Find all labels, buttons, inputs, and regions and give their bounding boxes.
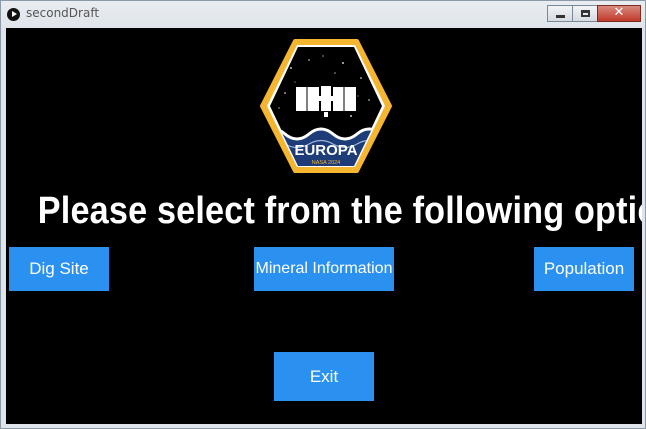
page-title: Please select from the following options: [37, 190, 642, 232]
minimize-icon: [556, 15, 565, 18]
close-button[interactable]: ✕: [597, 5, 641, 22]
europa-mission-logo: EUROPA NASA 2024: [260, 39, 392, 173]
population-button[interactable]: Population: [534, 247, 634, 291]
window-title: secondDraft: [26, 6, 100, 20]
title-bar[interactable]: secondDraft ✕: [1, 1, 645, 28]
minimize-button[interactable]: [547, 5, 573, 22]
close-icon: ✕: [613, 5, 625, 20]
maximize-button[interactable]: [572, 5, 598, 22]
mineral-information-button[interactable]: Mineral Information: [254, 247, 394, 291]
exit-button[interactable]: Exit: [274, 352, 374, 401]
dig-site-button[interactable]: Dig Site: [9, 247, 109, 291]
window-controls: ✕: [547, 5, 641, 22]
maximize-icon: [581, 10, 590, 17]
app-icon: [7, 8, 20, 21]
logo-name: EUROPA: [294, 142, 357, 159]
app-window: secondDraft ✕ EUROPA NASA 2024 Please se…: [0, 0, 646, 429]
app-canvas: EUROPA NASA 2024 Please select from the …: [6, 28, 642, 424]
logo-subtitle: NASA 2024: [312, 160, 340, 166]
